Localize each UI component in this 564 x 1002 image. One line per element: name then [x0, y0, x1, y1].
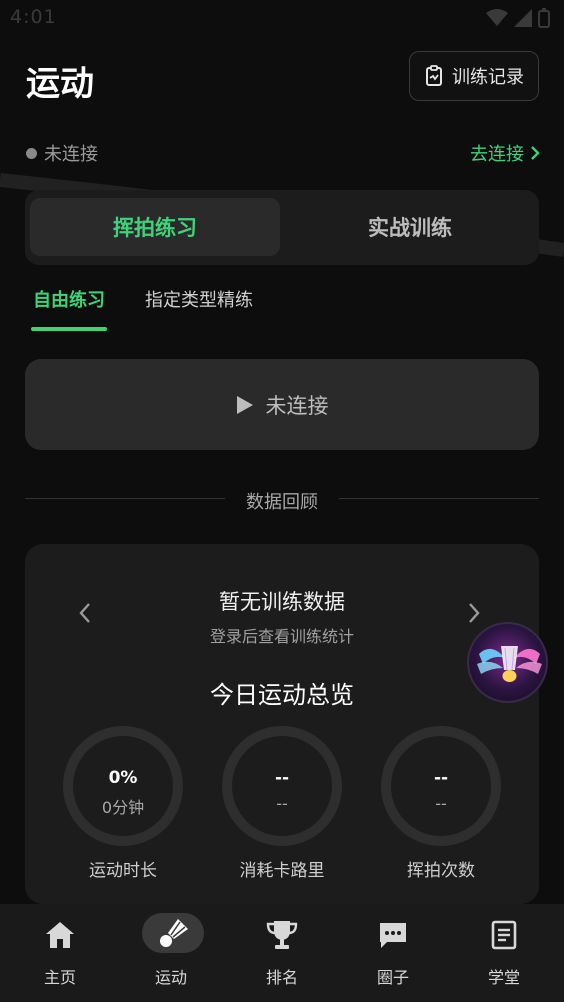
- nav-item-academy[interactable]: 学堂: [448, 904, 560, 1002]
- document-icon: [479, 914, 529, 956]
- clipboard-icon: [426, 65, 442, 86]
- nav-item-ranking[interactable]: 排名: [226, 904, 338, 1002]
- signal-icon: [514, 9, 532, 27]
- training-record-label: 训练记录: [452, 67, 524, 88]
- metric-value: --: [274, 768, 290, 788]
- card-subtitle: 登录后查看训练统计: [209, 627, 354, 646]
- review-card: 暂无训练数据 登录后查看训练统计 今日运动总览 0% 0分钟 运动时长 -- -…: [25, 544, 539, 904]
- connection-status-text: 未连接: [44, 144, 98, 165]
- wifi-icon: [486, 9, 508, 26]
- metric-sub: --: [276, 794, 288, 813]
- connect-link-label: 去连接: [470, 144, 524, 165]
- home-icon: [35, 914, 85, 956]
- metric-ring-calories: -- --: [222, 726, 342, 846]
- connect-link[interactable]: 去连接: [470, 140, 540, 166]
- tab-match-training[interactable]: 实战训练: [285, 198, 535, 256]
- section-title: 数据回顾: [246, 492, 318, 513]
- status-dot: [26, 147, 37, 159]
- shuttlecock-icon: [142, 913, 204, 953]
- trophy-icon: [257, 914, 307, 956]
- nav-label: 圈子: [376, 968, 409, 987]
- bottom-nav: 主页 运动 排名 圈子 学堂: [0, 904, 564, 1002]
- metric-value: 0%: [108, 768, 138, 788]
- metric-ring-swings: -- --: [381, 726, 501, 846]
- section-divider: 数据回顾: [25, 486, 539, 513]
- nav-label: 学堂: [487, 968, 520, 987]
- subtab-targeted-drill[interactable]: 指定类型精练: [145, 286, 253, 312]
- status-bar: 4:01: [0, 0, 564, 36]
- metric-label: 挥拍次数: [407, 861, 475, 881]
- subtab-free-practice[interactable]: 自由练习: [33, 286, 105, 312]
- divider-line-right: [339, 498, 539, 499]
- training-record-button[interactable]: 训练记录: [409, 51, 539, 101]
- nav-item-sport[interactable]: 运动: [115, 904, 227, 1002]
- start-button[interactable]: 未连接: [25, 359, 539, 450]
- metric-sub: --: [435, 794, 447, 813]
- status-time: 4:01: [10, 6, 57, 28]
- metric-sub: 0分钟: [101, 798, 145, 817]
- nav-label: 排名: [265, 968, 298, 987]
- mode-tabs: 挥拍练习 实战训练: [25, 190, 539, 265]
- nav-item-home[interactable]: 主页: [4, 904, 116, 1002]
- metric-ring-duration: 0% 0分钟: [63, 726, 183, 846]
- tab-swing-practice[interactable]: 挥拍练习: [30, 198, 280, 256]
- metric-label: 运动时长: [89, 861, 157, 881]
- page-title: 运动: [26, 64, 94, 104]
- nav-label: 运动: [154, 968, 187, 987]
- chevron-right-icon: [531, 146, 540, 160]
- play-icon: [236, 395, 253, 414]
- status-icons: [486, 8, 550, 28]
- nav-label: 主页: [43, 968, 76, 987]
- start-button-label: 未连接: [265, 393, 329, 418]
- subtab-indicator: [31, 327, 107, 331]
- nav-item-circle[interactable]: 圈子: [337, 904, 449, 1002]
- battery-icon: [538, 8, 550, 28]
- card-title: 暂无训练数据: [219, 590, 345, 614]
- floating-shuttlecock-badge[interactable]: [467, 622, 548, 703]
- metric-value: --: [433, 768, 449, 788]
- overview-title: 今日运动总览: [210, 681, 354, 709]
- chat-icon: [368, 914, 418, 956]
- connection-status: 未连接: [26, 140, 98, 166]
- metric-label: 消耗卡路里: [239, 861, 325, 881]
